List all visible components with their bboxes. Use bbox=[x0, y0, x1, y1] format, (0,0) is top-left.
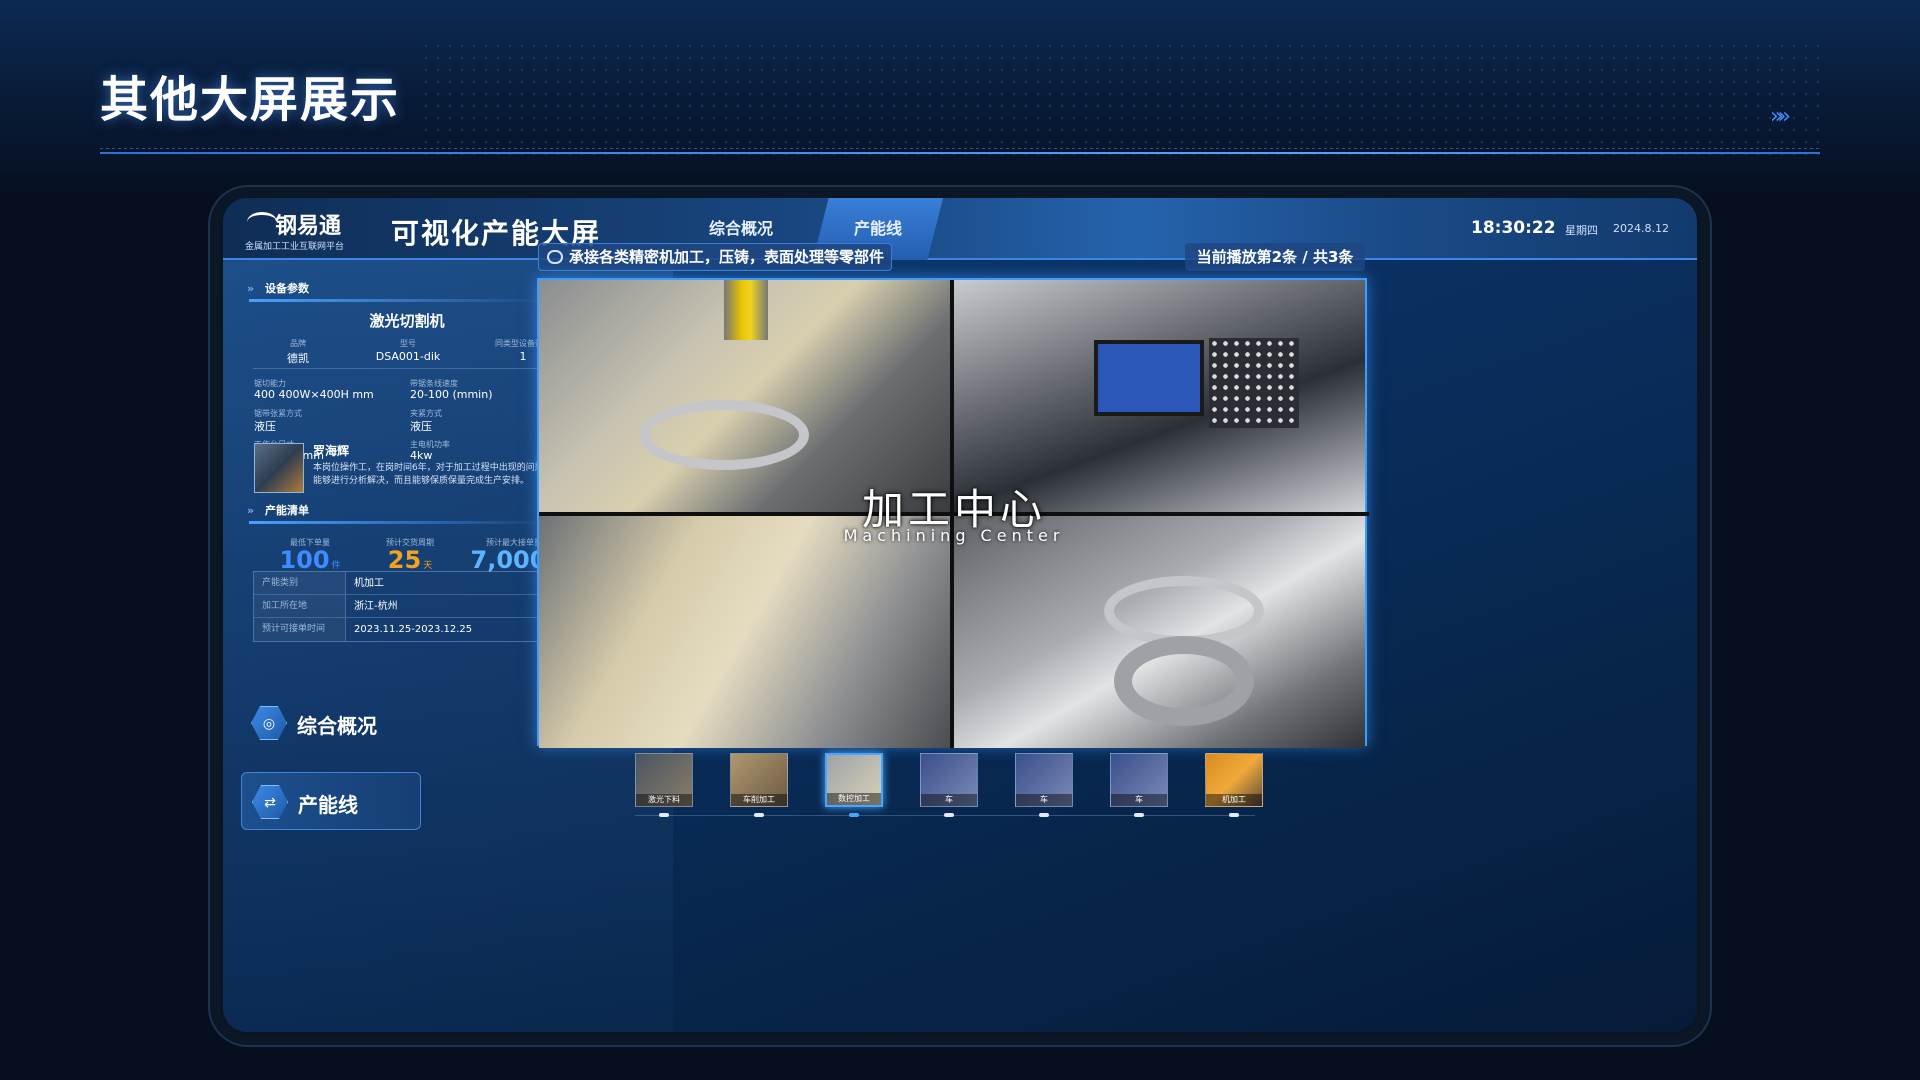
equipment-section-title: 设备参数 bbox=[265, 282, 309, 295]
table-row: 加工所在地 浙江-杭州 bbox=[254, 595, 560, 618]
thumbnail-dot-active[interactable] bbox=[849, 813, 859, 817]
thumbnail-strip: 激光下料 车削加工 数控加工 车 车 车 机加工 bbox=[635, 753, 1275, 823]
thumbnail-dot[interactable] bbox=[944, 813, 954, 817]
side-nav-label: 综合概况 bbox=[297, 714, 377, 738]
table-key: 产能类别 bbox=[254, 572, 346, 594]
play-status: 当前播放第2条 / 共3条 bbox=[1185, 243, 1365, 271]
logo-icon bbox=[247, 212, 277, 232]
operator-avatar bbox=[254, 443, 304, 493]
thumbnail[interactable]: 机加工 bbox=[1205, 753, 1263, 807]
thumbnail-dot[interactable] bbox=[1039, 813, 1049, 817]
table-value: 机加工 bbox=[354, 578, 384, 589]
dashboard-screen: 钢易通 金属加工工业互联网平台 可视化产能大屏 综合概况 产能线 18:30:2… bbox=[223, 198, 1697, 1032]
thumbnail-active[interactable]: 数控加工 bbox=[825, 753, 883, 807]
brand-value: 德凯 bbox=[287, 352, 309, 365]
model-value: DSA001-dik bbox=[375, 350, 441, 363]
thumbnail[interactable]: 激光下料 bbox=[635, 753, 693, 807]
brand-label: 品牌 bbox=[290, 339, 306, 348]
min-order-value: 100 件 bbox=[255, 546, 365, 574]
thumbnail-label: 车 bbox=[1111, 794, 1167, 806]
clock-time: 18:30:22 bbox=[1471, 218, 1556, 238]
title-underline-dots bbox=[100, 148, 1820, 149]
thumbnail[interactable]: 车 bbox=[1110, 753, 1168, 807]
thumbnail-label: 车削加工 bbox=[731, 794, 787, 806]
thumbnail-label: 车 bbox=[921, 794, 977, 806]
double-chevron-icon: »» bbox=[1770, 104, 1791, 129]
operator-desc-line2: 能够进行分析解决，而且能够保质保量完成生产安排。 bbox=[313, 476, 530, 486]
operator-name: 罗海辉 bbox=[313, 444, 350, 458]
thumbnail-label: 机加工 bbox=[1206, 794, 1262, 806]
player-headline-text: 承接各类精密机加工，压铸，表面处理等零部件 bbox=[569, 248, 885, 266]
spindle bbox=[724, 280, 768, 340]
side-nav-overview[interactable]: ◎ 综合概况 bbox=[241, 694, 421, 752]
operator-desc-line1: 本岗位操作工，在岗时间6年，对于加工过程中出现的问题 bbox=[313, 463, 544, 473]
section-underline bbox=[249, 521, 549, 524]
thumbnail-label: 车 bbox=[1016, 794, 1072, 806]
page-title: 其他大屏展示 bbox=[100, 72, 401, 128]
workpiece bbox=[639, 400, 809, 470]
param-value: 400 400W×400H mm bbox=[254, 388, 374, 401]
route-icon bbox=[547, 250, 563, 264]
logo: 钢易通 金属加工工业互联网平台 bbox=[245, 208, 375, 252]
param-value: 液压 bbox=[410, 420, 432, 433]
thumbnail[interactable]: 车 bbox=[920, 753, 978, 807]
production-line-icon: ⇄ bbox=[252, 785, 288, 819]
workpiece-base bbox=[1114, 636, 1254, 726]
video-player[interactable]: 加工中心 Machining Center bbox=[537, 278, 1369, 748]
min-order-unit: 件 bbox=[331, 561, 341, 571]
thumbnail-label: 数控加工 bbox=[827, 793, 881, 805]
equipment-section-header: 设备参数 bbox=[243, 278, 563, 300]
logo-subtitle: 金属加工工业互联网平台 bbox=[245, 242, 345, 252]
table-key: 预计可接单时间 bbox=[254, 618, 346, 641]
delivery-cycle-number: 25 bbox=[387, 546, 422, 574]
cnc-keypad bbox=[1209, 338, 1299, 428]
capacity-section-header: 产能清单 bbox=[243, 500, 563, 522]
thumbnail-dot[interactable] bbox=[1134, 813, 1144, 817]
capacity-table: 产能类别 机加工 加工所在地 浙江-杭州 预计可接单时间 2023.11.25-202… bbox=[253, 571, 561, 642]
model-label: 型号 bbox=[400, 339, 416, 348]
video-caption-en: Machining Center bbox=[843, 526, 1065, 545]
thumbnail-dot[interactable] bbox=[754, 813, 764, 817]
thumbnail-label: 激光下料 bbox=[636, 794, 692, 806]
thumbnail-dot[interactable] bbox=[659, 813, 669, 817]
max-order-number: 7,000 bbox=[470, 546, 547, 574]
cnc-screen bbox=[1094, 340, 1204, 416]
capacity-section-title: 产能清单 bbox=[265, 504, 309, 517]
table-row: 产能类别 机加工 bbox=[254, 572, 560, 595]
dot-pattern bbox=[420, 40, 1820, 160]
equipment-name: 激光切割机 bbox=[369, 312, 445, 330]
min-order-number: 100 bbox=[279, 546, 330, 574]
video-frame-fixture bbox=[954, 516, 1365, 748]
video-frame-coolant bbox=[539, 516, 950, 748]
side-nav-production-line[interactable]: ⇄ 产能线 bbox=[241, 772, 421, 830]
param-value: 液压 bbox=[254, 420, 276, 433]
side-nav-label: 产能线 bbox=[298, 793, 358, 817]
table-key: 加工所在地 bbox=[254, 595, 346, 617]
delivery-cycle-value: 25 天 bbox=[355, 546, 465, 574]
weekday: 星期四 bbox=[1565, 224, 1598, 237]
top-bar: 钢易通 金属加工工业互联网平台 可视化产能大屏 综合概况 产能线 18:30:2… bbox=[223, 198, 1697, 260]
logo-name: 钢易通 bbox=[275, 214, 342, 239]
title-underline bbox=[100, 152, 1820, 154]
delivery-cycle-unit: 天 bbox=[423, 561, 433, 571]
table-value: 2023.11.25-2023.12.25 bbox=[354, 624, 473, 635]
thumbnail[interactable]: 车削加工 bbox=[730, 753, 788, 807]
table-value: 浙江-杭州 bbox=[354, 601, 398, 612]
table-row: 预计可接单时间 2023.11.25-2023.12.25 bbox=[254, 618, 560, 641]
section-underline bbox=[249, 299, 549, 302]
divider bbox=[253, 368, 561, 369]
thumbnail-dot[interactable] bbox=[1229, 813, 1239, 817]
date: 2024.8.12 bbox=[1613, 222, 1669, 235]
thumbnail[interactable]: 车 bbox=[1015, 753, 1073, 807]
param-value: 20-100 (mmin) bbox=[410, 388, 493, 401]
overview-icon: ◎ bbox=[251, 706, 287, 740]
player-headline: 承接各类精密机加工，压铸，表面处理等零部件 bbox=[538, 243, 892, 271]
